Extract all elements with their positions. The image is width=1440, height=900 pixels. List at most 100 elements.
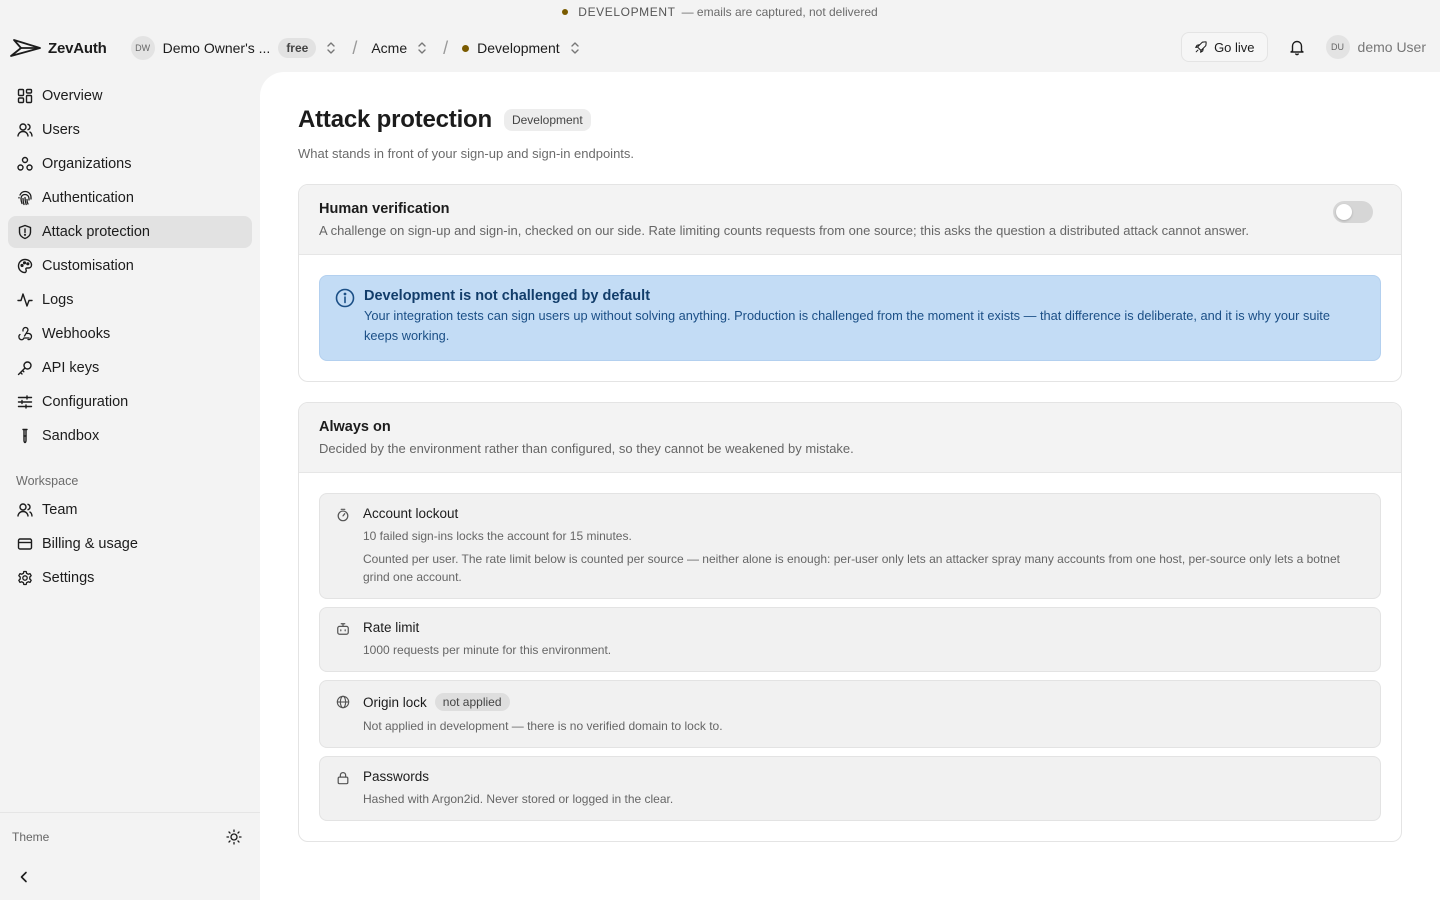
- grid-icon: [17, 88, 33, 104]
- sliders-icon: [17, 395, 33, 409]
- user-name: demo User: [1357, 39, 1426, 55]
- breadcrumb-separator: /: [352, 37, 358, 58]
- sidebar: Overview Users Organizations Authenticat…: [8, 80, 252, 596]
- workspace-switcher[interactable]: DW Demo Owner's ... free: [130, 36, 339, 60]
- shield-icon: [18, 224, 32, 240]
- environment-badge: Development: [503, 109, 591, 131]
- sidebar-item-organizations[interactable]: Organizations: [8, 148, 252, 180]
- sidebar-item-label: Logs: [42, 292, 74, 308]
- sidebar-footer: Theme: [0, 812, 260, 883]
- logo[interactable]: ZevAuth: [10, 37, 107, 59]
- environment-switcher[interactable]: Development: [462, 40, 582, 56]
- origin-lock-item: Origin lock not applied Not applied in d…: [319, 680, 1381, 748]
- go-live-button[interactable]: Go live: [1181, 32, 1268, 62]
- sidebar-item-billing[interactable]: Billing & usage: [8, 528, 252, 560]
- chevrons-up-down-icon: [418, 42, 426, 54]
- organizations-icon: [17, 156, 33, 171]
- sidebar-item-webhooks[interactable]: Webhooks: [8, 318, 252, 350]
- human-verification-title: Human verification: [319, 201, 450, 217]
- activity-icon: [17, 293, 33, 307]
- origin-lock-line1: Not applied in development — there is no…: [363, 719, 723, 733]
- bot-icon: [337, 623, 349, 635]
- globe-icon: [336, 695, 350, 709]
- workspace-section-label: Workspace: [16, 474, 79, 488]
- user-avatar: DU: [1325, 35, 1350, 59]
- rocket-icon: [1195, 41, 1207, 53]
- banner-note: — emails are captured, not delivered: [681, 5, 878, 19]
- human-verification-description: A challenge on sign-up and sign-in, chec…: [319, 223, 1250, 238]
- sidebar-item-configuration[interactable]: Configuration: [8, 386, 252, 418]
- test-tube-icon: [22, 428, 28, 444]
- human-verification-card: Human verification A challenge on sign-u…: [298, 184, 1402, 382]
- rate-limit-line1: 1000 requests per minute for this enviro…: [363, 643, 612, 657]
- theme-label: Theme: [12, 830, 50, 844]
- sidebar-item-sandbox[interactable]: Sandbox: [8, 420, 252, 452]
- user-menu[interactable]: DU demo User: [1325, 35, 1426, 59]
- page-title: Attack protection: [298, 106, 492, 133]
- user-icon: [17, 503, 33, 517]
- workspace-avatar: DW: [130, 36, 155, 60]
- chevron-left-icon: [20, 871, 27, 883]
- banner-env: DEVELOPMENT: [578, 5, 676, 19]
- sidebar-item-label: Webhooks: [42, 326, 111, 342]
- sidebar-item-label: Customisation: [42, 258, 134, 274]
- sidebar-item-authentication[interactable]: Authentication: [8, 182, 252, 214]
- logo-icon: [10, 39, 41, 57]
- logo-text: ZevAuth: [48, 39, 107, 57]
- credit-card-icon: [17, 538, 33, 550]
- sidebar-item-settings[interactable]: Settings: [8, 562, 252, 594]
- info-callout-text: Your integration tests can sign users up…: [364, 308, 1330, 343]
- sidebar-item-label: Billing & usage: [42, 536, 138, 552]
- page-subtitle: What stands in front of your sign-up and…: [298, 146, 635, 161]
- environment-dot: [562, 9, 569, 15]
- sidebar-item-attack-protection[interactable]: Attack protection: [8, 216, 252, 248]
- project-name: Acme: [371, 40, 408, 56]
- go-live-label: Go live: [1214, 39, 1255, 55]
- sidebar-item-label: Users: [42, 122, 80, 138]
- origin-lock-title: Origin lock: [363, 694, 427, 710]
- sidebar-item-label: Authentication: [42, 190, 134, 206]
- passwords-line1: Hashed with Argon2id. Never stored or lo…: [363, 792, 674, 806]
- workspace-name: Demo Owner's ...: [162, 40, 271, 56]
- sidebar-item-customisation[interactable]: Customisation: [8, 250, 252, 282]
- environment-banner: DEVELOPMENT — emails are captured, not d…: [0, 0, 1440, 24]
- info-icon: [335, 288, 355, 308]
- info-callout: Development is not challenged by default…: [319, 275, 1381, 361]
- sidebar-item-label: API keys: [42, 360, 100, 376]
- chevrons-up-down-icon: [570, 42, 579, 54]
- chevrons-up-down-icon: [327, 42, 336, 54]
- sidebar-item-label: Overview: [42, 88, 103, 104]
- key-icon: [17, 361, 32, 376]
- toggle-knob: [1336, 204, 1352, 220]
- account-lockout-line2: Counted per user. The rate limit below i…: [363, 552, 1340, 584]
- sidebar-item-label: Configuration: [42, 394, 129, 410]
- sidebar-item-team[interactable]: Team: [8, 494, 252, 526]
- palette-icon: [17, 258, 33, 274]
- sidebar-item-label: Sandbox: [42, 428, 100, 444]
- sidebar-item-users[interactable]: Users: [8, 114, 252, 146]
- sidebar-item-label: Settings: [42, 570, 95, 586]
- fingerprint-icon: [18, 190, 32, 206]
- top-bar: ZevAuth DW Demo Owner's ... free / Acme …: [0, 28, 1440, 68]
- plan-badge: free: [278, 38, 317, 58]
- account-lockout-line1: 10 failed sign-ins locks the account for…: [363, 529, 632, 543]
- passwords-item: Passwords Hashed with Argon2id. Never st…: [319, 756, 1381, 821]
- sidebar-item-api-keys[interactable]: API keys: [8, 352, 252, 384]
- collapse-sidebar-button[interactable]: [16, 869, 32, 885]
- rate-limit-title: Rate limit: [363, 620, 420, 635]
- sun-icon[interactable]: [226, 829, 242, 845]
- rate-limit-item: Rate limit 1000 requests per minute for …: [319, 607, 1381, 672]
- sidebar-item-label: Team: [42, 502, 78, 518]
- main-content: Attack protection Development What stand…: [260, 72, 1440, 900]
- bell-icon[interactable]: [1288, 38, 1306, 56]
- sidebar-item-logs[interactable]: Logs: [8, 284, 252, 316]
- passwords-title: Passwords: [363, 769, 430, 784]
- sidebar-item-overview[interactable]: Overview: [8, 80, 252, 112]
- webhook-icon: [18, 326, 33, 341]
- human-verification-toggle[interactable]: [1333, 201, 1373, 223]
- account-lockout-title: Account lockout: [363, 506, 459, 521]
- breadcrumb-separator: /: [443, 37, 449, 58]
- project-switcher[interactable]: Acme: [371, 40, 429, 56]
- account-lockout-item: Account lockout 10 failed sign-ins locks…: [319, 493, 1381, 599]
- info-callout-title: Development is not challenged by default: [364, 288, 651, 304]
